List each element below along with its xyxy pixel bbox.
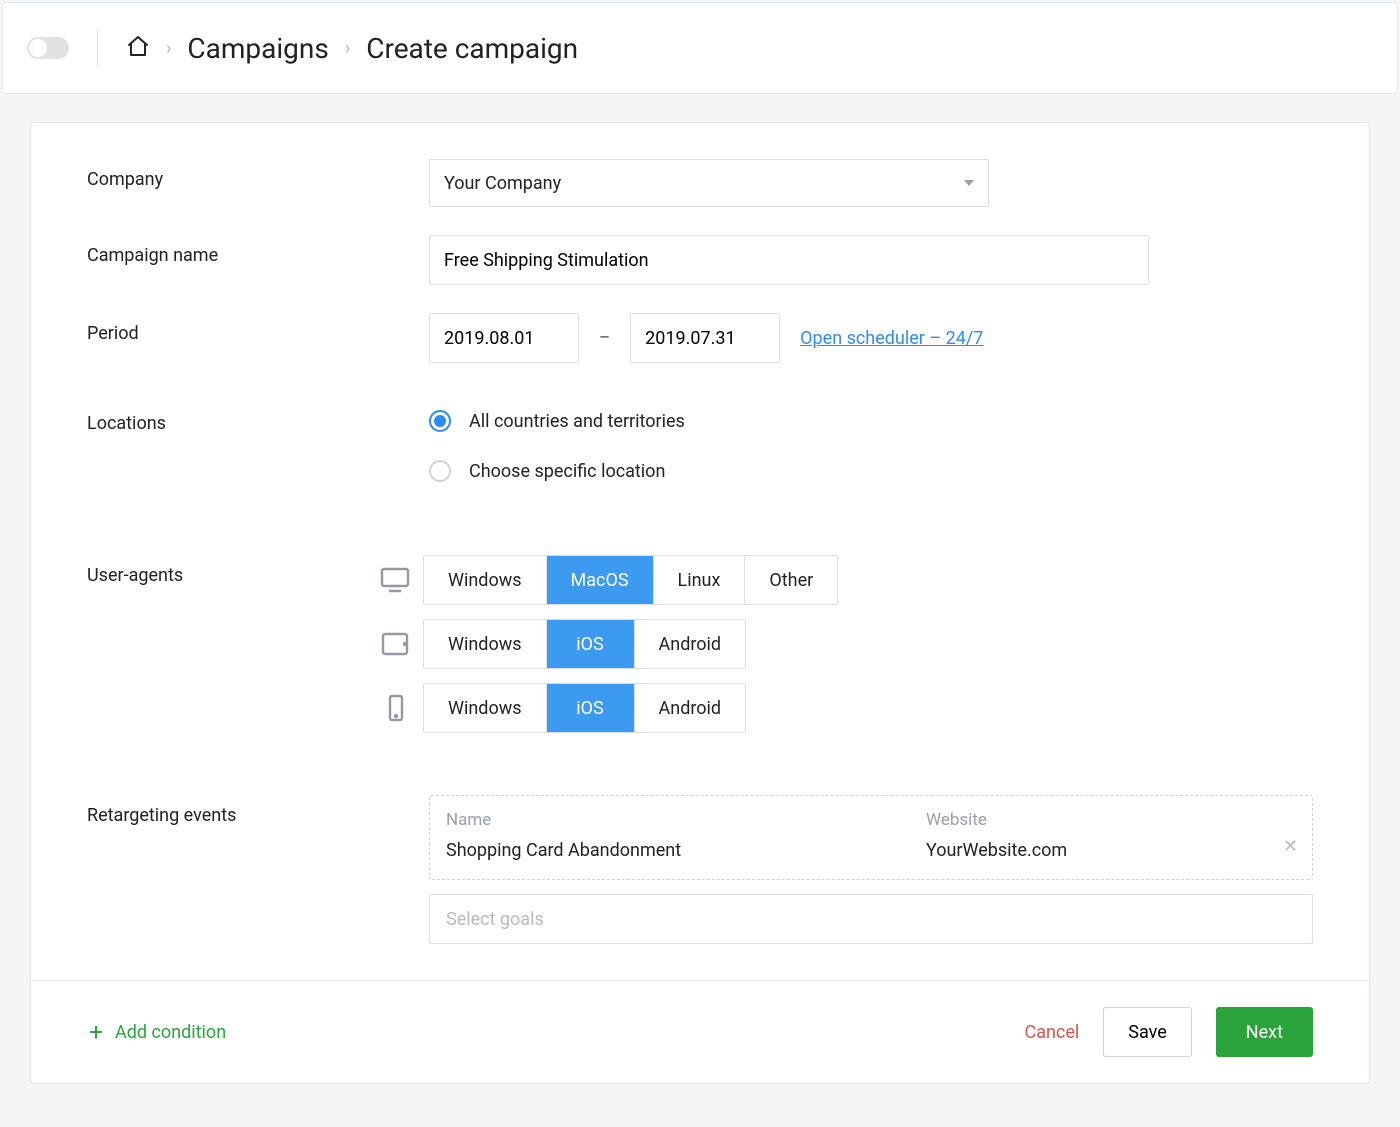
company-select[interactable]: Your Company (429, 159, 989, 207)
campaign-name-input[interactable] (429, 235, 1149, 285)
breadcrumb-current: Create campaign (366, 32, 578, 65)
retarget-event-box: Name Website Shopping Card Abandonment Y… (429, 795, 1313, 880)
select-goals-input[interactable] (429, 894, 1313, 944)
ua-desktop-other[interactable]: Other (745, 556, 837, 604)
user-agents-label: User-agents (87, 555, 373, 586)
ua-mobile-windows[interactable]: Windows (424, 684, 547, 732)
home-icon[interactable] (126, 34, 150, 63)
ua-tablet-android[interactable]: Android (635, 620, 746, 668)
desktop-icon (373, 566, 417, 594)
period-dash: – (599, 328, 610, 348)
retarget-header-name: Name (446, 810, 926, 830)
form-area: Company Your Company Campaign name Perio… (31, 123, 1369, 980)
add-condition-button[interactable]: + Add condition (87, 1022, 226, 1043)
period-to-input[interactable] (630, 313, 780, 363)
row-company: Company Your Company (87, 159, 1313, 207)
ua-mobile-group: Windows iOS Android (423, 683, 746, 733)
row-locations: Locations All countries and territories … (87, 403, 1313, 503)
retarget-header-website: Website (926, 810, 987, 830)
location-option-specific[interactable]: Choose specific location (429, 453, 1313, 489)
main-card: Company Your Company Campaign name Perio… (30, 122, 1370, 1084)
open-scheduler-link[interactable]: Open scheduler – 24/7 (800, 328, 983, 349)
divider (97, 28, 98, 68)
company-label: Company (87, 159, 429, 190)
cancel-button[interactable]: Cancel (1024, 1022, 1079, 1043)
ua-row-tablet: Windows iOS Android (373, 619, 1313, 669)
row-retargeting: Retargeting events Name Website Shopping… (87, 795, 1313, 944)
caret-down-icon (964, 180, 974, 186)
next-button[interactable]: Next (1216, 1007, 1313, 1057)
locations-label: Locations (87, 403, 429, 434)
ua-desktop-macos[interactable]: MacOS (547, 556, 654, 604)
breadcrumb-campaigns[interactable]: Campaigns (187, 32, 328, 65)
ua-tablet-ios[interactable]: iOS (547, 620, 635, 668)
location-option-all[interactable]: All countries and territories (429, 403, 1313, 439)
radio-checked-icon (429, 410, 451, 432)
ua-mobile-ios[interactable]: iOS (547, 684, 635, 732)
tablet-icon (373, 630, 417, 658)
ua-tablet-group: Windows iOS Android (423, 619, 746, 669)
card-footer: + Add condition Cancel Save Next (31, 980, 1369, 1083)
company-select-value: Your Company (444, 173, 561, 194)
ua-mobile-android[interactable]: Android (635, 684, 746, 732)
row-campaign-name: Campaign name (87, 235, 1313, 285)
retargeting-label: Retargeting events (87, 795, 429, 826)
plus-icon: + (87, 1023, 105, 1041)
chevron-right-icon: › (345, 38, 350, 59)
radio-unchecked-icon (429, 460, 451, 482)
campaign-name-label: Campaign name (87, 235, 429, 266)
sidebar-toggle[interactable] (27, 37, 69, 59)
ua-desktop-windows[interactable]: Windows (424, 556, 547, 604)
location-specific-label: Choose specific location (469, 461, 665, 482)
ua-row-desktop: Windows MacOS Linux Other (373, 555, 1313, 605)
close-icon[interactable]: ✕ (1283, 836, 1298, 857)
mobile-icon (373, 694, 417, 722)
retarget-event-name: Shopping Card Abandonment (446, 840, 926, 861)
period-from-input[interactable] (429, 313, 579, 363)
row-user-agents: User-agents Windows MacOS Linux Other (87, 555, 1313, 747)
save-button[interactable]: Save (1103, 1007, 1192, 1057)
header-bar: › Campaigns › Create campaign (2, 2, 1398, 94)
ua-row-mobile: Windows iOS Android (373, 683, 1313, 733)
retarget-event-website: YourWebsite.com (926, 840, 1067, 861)
chevron-right-icon: › (166, 38, 171, 59)
ua-desktop-group: Windows MacOS Linux Other (423, 555, 838, 605)
location-all-label: All countries and territories (469, 411, 685, 432)
ua-tablet-windows[interactable]: Windows (424, 620, 547, 668)
add-condition-label: Add condition (115, 1022, 226, 1043)
period-label: Period (87, 313, 429, 344)
ua-desktop-linux[interactable]: Linux (654, 556, 746, 604)
row-period: Period – Open scheduler – 24/7 (87, 313, 1313, 363)
